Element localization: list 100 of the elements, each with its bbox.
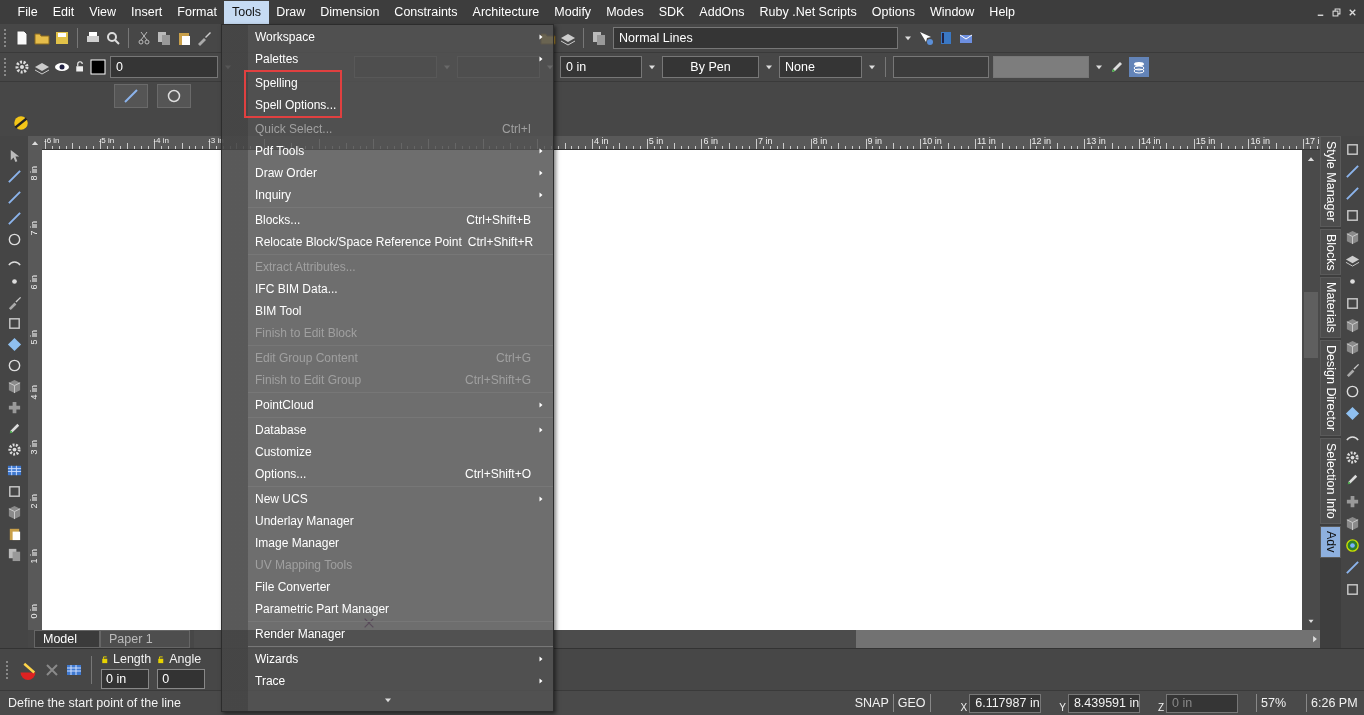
menu-item[interactable]: SDK [651, 0, 692, 24]
pencil-icon[interactable] [1345, 472, 1360, 487]
cancel-icon[interactable] [44, 661, 60, 678]
square-icon[interactable] [6, 316, 22, 331]
menu-item[interactable]: Constraints [386, 0, 466, 24]
menu-item[interactable]: File Converter [222, 576, 553, 598]
menu-item[interactable]: Blocks... Ctrl+Shift+B [222, 209, 553, 231]
menu-item[interactable]: File [10, 0, 46, 24]
menu-item[interactable]: New UCS [222, 488, 553, 510]
pattern-dropdown[interactable]: None [779, 56, 862, 78]
diamond-icon[interactable] [1345, 406, 1360, 421]
copy-icon[interactable] [6, 547, 22, 562]
copy-icon[interactable] [156, 30, 172, 46]
copy-icon[interactable] [591, 30, 607, 46]
square-icon[interactable] [6, 484, 22, 499]
menu-item[interactable]: Image Manager [222, 532, 553, 554]
menu-item[interactable]: IFC BIM Data... [222, 278, 553, 300]
menu-item[interactable]: Spell Options... [246, 94, 340, 116]
square-icon[interactable] [1345, 296, 1360, 311]
coordinate-field[interactable]: 6.117987 in [969, 693, 1042, 713]
save-icon[interactable] [54, 30, 70, 46]
status-toggle[interactable]: GEO [893, 693, 931, 713]
help-cursor-icon[interactable] [918, 30, 934, 46]
book-icon[interactable] [938, 30, 954, 46]
side-tab[interactable]: Materials [1320, 277, 1341, 339]
gear-icon[interactable] [6, 442, 22, 457]
side-tab[interactable]: Selection Info [1320, 438, 1341, 525]
menu-item[interactable]: Database [222, 419, 553, 441]
menu-item[interactable]: Customize [222, 441, 553, 463]
menu-item[interactable]: Underlay Manager [222, 510, 553, 532]
menu-item[interactable]: Trace [222, 670, 553, 692]
menu-item[interactable]: Draw Order [222, 162, 553, 184]
line-icon[interactable] [6, 211, 22, 226]
target-icon[interactable] [1345, 538, 1360, 553]
menu-item[interactable]: Ruby .Net Scripts [752, 0, 865, 24]
pen-dropdown[interactable]: By Pen [662, 56, 759, 78]
scissors-icon[interactable] [136, 30, 152, 46]
brush-icon[interactable] [1345, 362, 1360, 377]
menu-item[interactable]: Format [169, 0, 225, 24]
menu-item[interactable]: Workspace [222, 26, 553, 48]
menu-item[interactable]: AddOns [691, 0, 753, 24]
line-icon[interactable] [1345, 186, 1360, 201]
cube-icon[interactable] [1345, 340, 1360, 355]
table-icon[interactable] [6, 463, 22, 478]
sheet-tab[interactable]: Paper 1 [100, 630, 190, 648]
stack-toggle-button[interactable] [1129, 57, 1149, 77]
input-field[interactable]: 0 in [101, 668, 149, 689]
cube-icon[interactable] [1345, 516, 1360, 531]
menu-item[interactable]: View [81, 0, 124, 24]
dropdown-field[interactable] [993, 56, 1089, 78]
menu-item[interactable]: Help [981, 0, 1023, 24]
menu-item[interactable]: Palettes [222, 48, 553, 70]
print-preview-icon[interactable] [105, 30, 121, 46]
line-tool-button[interactable] [114, 83, 148, 108]
input-field[interactable]: 0 [157, 668, 206, 689]
lock-icon[interactable] [74, 59, 86, 75]
menu-item[interactable]: Relocate Block/Space Reference Point Ctrl+Shift+R [222, 231, 553, 253]
line-icon[interactable] [6, 169, 22, 184]
sheet-tab[interactable]: Model [34, 630, 100, 648]
menu-item[interactable]: Architecture [465, 0, 547, 24]
menu-item[interactable]: Tools [224, 0, 269, 24]
new-document-icon[interactable] [14, 30, 30, 46]
layer-field[interactable]: 0 [110, 56, 218, 78]
settings-icon[interactable] [14, 59, 30, 75]
menu-item[interactable]: Parametric Part Manager [222, 598, 553, 620]
cube-icon[interactable] [6, 505, 22, 520]
cube-icon[interactable] [1345, 318, 1360, 333]
cross-icon[interactable] [6, 400, 22, 415]
dropdown-field[interactable] [893, 56, 989, 78]
circle-icon[interactable] [1345, 384, 1360, 399]
status-toggle[interactable]: SNAP [850, 693, 894, 713]
menu-item[interactable]: Pdf Tools [222, 140, 553, 162]
circle-icon[interactable] [6, 232, 22, 247]
menu-item[interactable]: PointCloud [222, 394, 553, 416]
cross-icon[interactable] [1345, 494, 1360, 509]
menu-item[interactable]: Modify [546, 0, 599, 24]
thickness-dropdown[interactable]: 0 in [560, 56, 642, 78]
folder-icon[interactable] [34, 30, 50, 46]
toolbar-icon[interactable] [12, 113, 30, 132]
side-tab[interactable]: Adv [1320, 526, 1341, 558]
menu-item[interactable]: Render Manager [222, 623, 553, 645]
circle-tool-button[interactable] [157, 83, 191, 108]
menu-item[interactable]: Window [922, 0, 982, 24]
menu-item[interactable]: Spelling [246, 72, 340, 94]
line-icon[interactable] [6, 190, 22, 205]
menu-item[interactable]: Wizards [222, 648, 553, 670]
menu-item[interactable]: Draw [268, 0, 313, 24]
menu-item[interactable]: Modes [598, 0, 652, 24]
menu-item[interactable]: Inquiry [222, 184, 553, 206]
circle-icon[interactable] [6, 358, 22, 373]
color-swatch-icon[interactable] [90, 59, 106, 75]
menu-item[interactable]: Options [864, 0, 923, 24]
square-icon[interactable] [1345, 208, 1360, 223]
menu-item[interactable]: Dimension [312, 0, 387, 24]
square-icon[interactable] [1345, 582, 1360, 597]
restore-icon[interactable] [1331, 6, 1342, 18]
menu-item[interactable]: Insert [123, 0, 170, 24]
diamond-icon[interactable] [6, 337, 22, 352]
line-icon[interactable] [1345, 560, 1360, 575]
brush-icon[interactable] [196, 30, 212, 46]
